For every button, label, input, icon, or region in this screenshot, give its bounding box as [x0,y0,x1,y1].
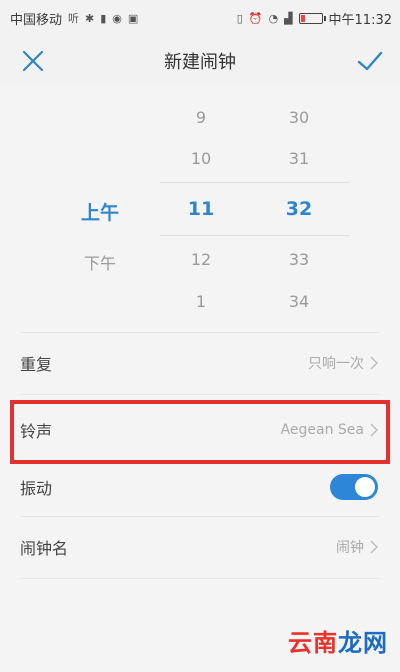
carrier-label: 中国移动 [10,12,63,28]
hour-selected[interactable]: 11 [161,198,241,220]
alarm-name-row[interactable]: 闹钟名 闹钟 [0,518,400,576]
checkmark-icon[interactable] [356,48,384,74]
signal-icon: ▟ [284,11,293,25]
chevron-right-icon [370,423,378,437]
vibrate-label: 振动 [20,479,53,498]
minute-option[interactable]: 34 [259,292,339,311]
bluetooth-icon: ✱ [85,11,95,25]
alarm-name-value: 闹钟 [336,537,378,557]
divider [20,516,380,517]
hour-option[interactable]: 1 [161,292,241,311]
ringtone-label: 铃声 [20,422,53,441]
picker-selection-line [160,235,350,236]
wifi-icon: ◔ [268,11,279,25]
status-left: 中国移动 听 ✱ ▮ ◉ ▣ [10,9,138,28]
header: 新建闹钟 [0,36,400,86]
chevron-right-icon [370,540,378,554]
ringtone-value-text: Aegean Sea [280,422,364,438]
repeat-label: 重复 [20,355,53,374]
watermark-part2: 龙网 [338,629,388,657]
alarm-name-label: 闹钟名 [20,539,69,558]
minute-selected[interactable]: 32 [259,198,339,220]
divider [20,578,380,579]
repeat-value-text: 只响一次 [308,356,364,372]
picker-selection-line [160,182,350,183]
listen-icon: 听 [68,12,80,25]
vibrate-toggle[interactable] [330,474,378,500]
divider [20,332,380,333]
divider [20,394,380,395]
hour-option[interactable]: 9 [161,108,241,127]
status-bar: 中国移动 听 ✱ ▮ ◉ ▣ ▯ ⏰ ◔ ▟ 中午11:32 [0,0,400,36]
battery-icon [298,12,326,24]
vibrate-row[interactable]: 振动 [0,458,400,516]
toggle-knob [355,477,375,497]
hour-option[interactable]: 10 [161,149,241,168]
chevron-right-icon [370,356,378,370]
minute-option[interactable]: 31 [259,149,339,168]
alarm-name-value-text: 闹钟 [336,540,364,556]
status-time: 中午11:32 [328,12,392,28]
watermark-logo: 云南龙网 [288,623,388,658]
watermark-part1: 云南 [288,629,338,657]
time-picker[interactable]: 上午 下午 9 10 11 12 1 30 31 32 33 34 [0,92,400,328]
app-icon: ◉ [112,11,122,25]
notification-icon: ▮ [100,11,107,25]
alarm-icon: ⏰ [248,11,263,25]
page-title: 新建闹钟 [164,52,236,73]
hour-option[interactable]: 12 [161,250,241,269]
minute-option[interactable]: 30 [259,108,339,127]
ampm-option[interactable]: 下午 [60,250,140,274]
repeat-row[interactable]: 重复 只响一次 [0,334,400,392]
ringtone-value: Aegean Sea [281,422,378,438]
status-right: ▯ ⏰ ◔ ▟ 中午11:32 [237,9,392,28]
ampm-selected[interactable]: 上午 [60,198,140,225]
close-icon[interactable] [20,48,46,74]
repeat-value: 只响一次 [308,353,378,373]
ringtone-row[interactable]: 铃声 Aegean Sea [0,400,400,460]
vibrate-icon: ▯ [236,11,243,25]
image-icon: ▣ [127,11,139,25]
minute-option[interactable]: 33 [259,250,339,269]
